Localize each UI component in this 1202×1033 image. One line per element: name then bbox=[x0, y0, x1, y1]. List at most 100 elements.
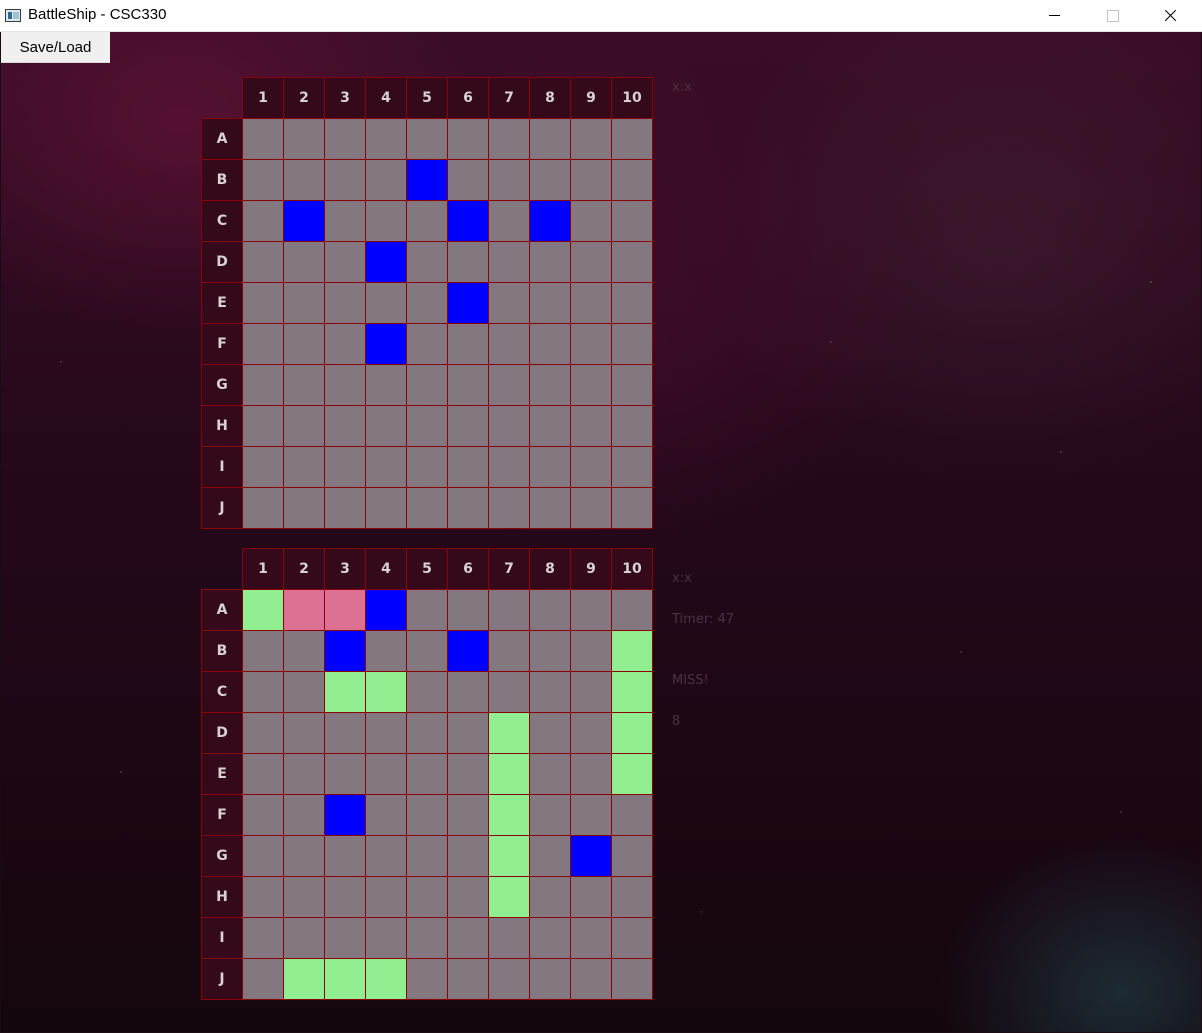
grid-cell[interactable] bbox=[570, 118, 612, 160]
grid-cell[interactable] bbox=[324, 241, 366, 283]
grid-cell[interactable] bbox=[406, 630, 448, 672]
hit-cell[interactable] bbox=[611, 753, 653, 795]
grid-cell[interactable] bbox=[242, 835, 284, 877]
grid-cell[interactable] bbox=[283, 835, 325, 877]
grid-cell[interactable] bbox=[324, 405, 366, 447]
grid-cell[interactable] bbox=[242, 200, 284, 242]
grid-cell[interactable] bbox=[406, 958, 448, 1000]
grid-cell[interactable] bbox=[324, 118, 366, 160]
grid-cell[interactable] bbox=[365, 630, 407, 672]
grid-cell[interactable] bbox=[242, 118, 284, 160]
grid-cell[interactable] bbox=[488, 159, 530, 201]
grid-cell[interactable] bbox=[529, 323, 571, 365]
grid-cell[interactable] bbox=[365, 200, 407, 242]
ship-cell[interactable] bbox=[324, 630, 366, 672]
grid-cell[interactable] bbox=[406, 712, 448, 754]
grid-cell[interactable] bbox=[570, 712, 612, 754]
ship-cell[interactable] bbox=[283, 200, 325, 242]
grid-cell[interactable] bbox=[242, 753, 284, 795]
grid-cell[interactable] bbox=[447, 753, 489, 795]
grid-cell[interactable] bbox=[447, 671, 489, 713]
grid-cell[interactable] bbox=[611, 118, 653, 160]
grid-cell[interactable] bbox=[488, 958, 530, 1000]
grid-cell[interactable] bbox=[611, 159, 653, 201]
grid-cell[interactable] bbox=[242, 241, 284, 283]
grid-cell[interactable] bbox=[611, 794, 653, 836]
grid-cell[interactable] bbox=[488, 630, 530, 672]
grid-cell[interactable] bbox=[488, 917, 530, 959]
grid-cell[interactable] bbox=[324, 917, 366, 959]
grid-cell[interactable] bbox=[242, 487, 284, 529]
grid-cell[interactable] bbox=[365, 282, 407, 324]
hit-cell[interactable] bbox=[611, 671, 653, 713]
ship-cell[interactable] bbox=[529, 200, 571, 242]
grid-cell[interactable] bbox=[611, 200, 653, 242]
grid-cell[interactable] bbox=[488, 200, 530, 242]
grid-cell[interactable] bbox=[406, 405, 448, 447]
grid-cell[interactable] bbox=[324, 487, 366, 529]
grid-cell[interactable] bbox=[611, 487, 653, 529]
hit-cell[interactable] bbox=[488, 794, 530, 836]
grid-cell[interactable] bbox=[570, 282, 612, 324]
hit-cell[interactable] bbox=[242, 589, 284, 631]
grid-cell[interactable] bbox=[242, 446, 284, 488]
ship-cell[interactable] bbox=[570, 835, 612, 877]
grid-cell[interactable] bbox=[570, 487, 612, 529]
grid-cell[interactable] bbox=[529, 589, 571, 631]
grid-cell[interactable] bbox=[529, 712, 571, 754]
grid-cell[interactable] bbox=[283, 753, 325, 795]
grid-cell[interactable] bbox=[488, 446, 530, 488]
grid-cell[interactable] bbox=[324, 159, 366, 201]
grid-cell[interactable] bbox=[365, 835, 407, 877]
grid-cell[interactable] bbox=[488, 364, 530, 406]
grid-cell[interactable] bbox=[283, 712, 325, 754]
grid-cell[interactable] bbox=[611, 446, 653, 488]
grid-cell[interactable] bbox=[447, 712, 489, 754]
ship-cell[interactable] bbox=[406, 159, 448, 201]
grid-cell[interactable] bbox=[529, 917, 571, 959]
hit-cell[interactable] bbox=[283, 958, 325, 1000]
grid-cell[interactable] bbox=[406, 364, 448, 406]
grid-cell[interactable] bbox=[365, 446, 407, 488]
grid-cell[interactable] bbox=[447, 323, 489, 365]
grid-cell[interactable] bbox=[447, 487, 489, 529]
grid-cell[interactable] bbox=[611, 323, 653, 365]
grid-cell[interactable] bbox=[283, 364, 325, 406]
hit-cell[interactable] bbox=[488, 835, 530, 877]
grid-cell[interactable] bbox=[242, 282, 284, 324]
grid-cell[interactable] bbox=[529, 487, 571, 529]
grid-cell[interactable] bbox=[365, 712, 407, 754]
ship-cell[interactable] bbox=[324, 794, 366, 836]
grid-cell[interactable] bbox=[529, 405, 571, 447]
grid-cell[interactable] bbox=[570, 753, 612, 795]
grid-cell[interactable] bbox=[406, 241, 448, 283]
grid-cell[interactable] bbox=[570, 200, 612, 242]
grid-cell[interactable] bbox=[283, 118, 325, 160]
grid-cell[interactable] bbox=[242, 712, 284, 754]
grid-cell[interactable] bbox=[283, 323, 325, 365]
grid-cell[interactable] bbox=[447, 118, 489, 160]
grid-cell[interactable] bbox=[283, 487, 325, 529]
grid-cell[interactable] bbox=[570, 159, 612, 201]
grid-cell[interactable] bbox=[529, 630, 571, 672]
hit-cell[interactable] bbox=[611, 712, 653, 754]
grid-cell[interactable] bbox=[570, 630, 612, 672]
grid-cell[interactable] bbox=[406, 118, 448, 160]
grid-cell[interactable] bbox=[529, 118, 571, 160]
grid-cell[interactable] bbox=[324, 200, 366, 242]
grid-cell[interactable] bbox=[406, 753, 448, 795]
grid-cell[interactable] bbox=[529, 159, 571, 201]
grid-cell[interactable] bbox=[365, 487, 407, 529]
grid-cell[interactable] bbox=[447, 794, 489, 836]
grid-cell[interactable] bbox=[283, 446, 325, 488]
grid-cell[interactable] bbox=[406, 917, 448, 959]
ship-cell[interactable] bbox=[447, 630, 489, 672]
grid-cell[interactable] bbox=[324, 446, 366, 488]
grid-cell[interactable] bbox=[324, 835, 366, 877]
grid-cell[interactable] bbox=[283, 630, 325, 672]
ship-cell[interactable] bbox=[447, 200, 489, 242]
grid-cell[interactable] bbox=[488, 589, 530, 631]
grid-cell[interactable] bbox=[242, 958, 284, 1000]
maximize-icon[interactable] bbox=[1083, 0, 1141, 32]
grid-cell[interactable] bbox=[406, 200, 448, 242]
